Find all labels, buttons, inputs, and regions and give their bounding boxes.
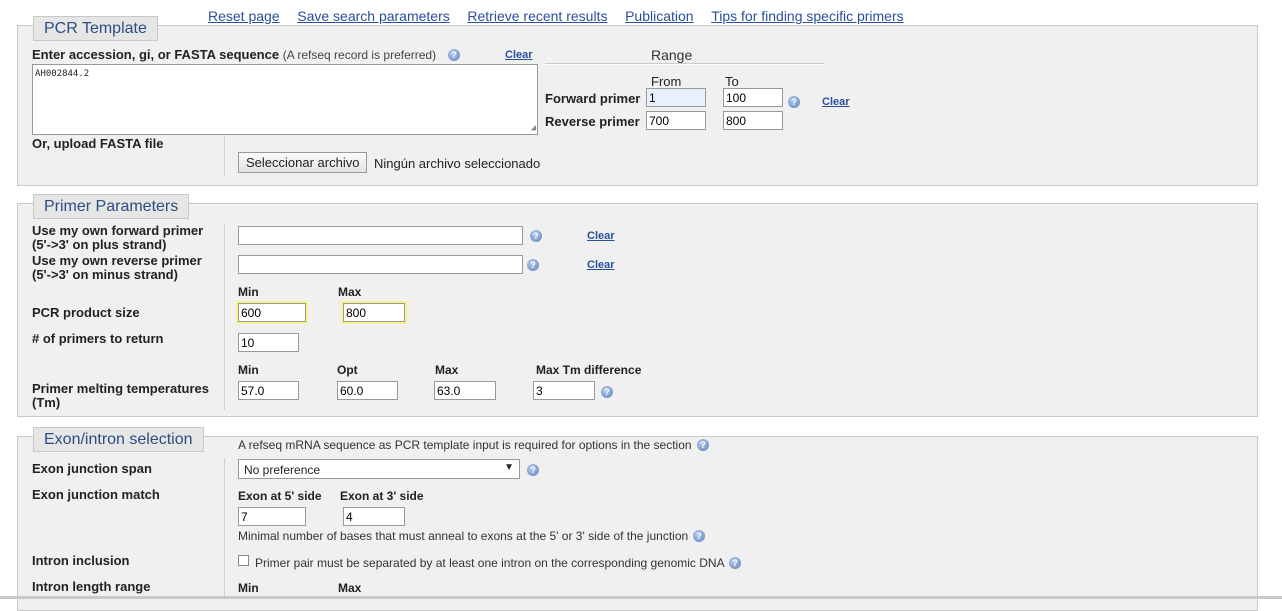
range-from-label: From xyxy=(651,74,682,89)
reverse-from-input[interactable] xyxy=(646,111,706,130)
range-help-icon[interactable]: ? xyxy=(788,96,800,108)
num-primers-input[interactable] xyxy=(238,333,299,352)
product-max-label: Max xyxy=(338,285,362,299)
tips-link[interactable]: Tips for finding specific primers xyxy=(711,8,903,24)
forward-primer-own-input[interactable] xyxy=(238,226,523,245)
range-clear-link[interactable]: Clear xyxy=(822,96,850,108)
forward-primer-own-label-2: (5'->3' on plus strand) xyxy=(32,237,167,252)
forward-primer-label: Forward primer xyxy=(545,91,641,106)
intron-inclusion-checkbox[interactable] xyxy=(238,555,249,566)
intron-inclusion-label: Intron inclusion xyxy=(32,553,130,568)
tm-label-1: Primer melting temperatures xyxy=(32,381,210,396)
reverse-primer-label: Reverse primer xyxy=(545,114,640,129)
exon-intron-legend: Exon/intron selection xyxy=(33,427,204,452)
junction-span-label: Exon junction span xyxy=(32,461,152,476)
junction-match-help-icon[interactable]: ? xyxy=(693,530,705,542)
sequence-value: AH002844.2 xyxy=(35,69,90,79)
upload-divider xyxy=(224,136,225,176)
range-title: Range xyxy=(651,47,693,63)
primer-parameters-legend: Primer Parameters xyxy=(33,194,190,219)
tm-max-label: Max xyxy=(435,363,459,377)
range-to-label: To xyxy=(725,74,739,89)
intron-min-label: Min xyxy=(238,581,259,595)
file-select-button[interactable]: Seleccionar archivo xyxy=(238,152,368,173)
exon-intron-note-help-icon[interactable]: ? xyxy=(697,439,709,451)
retrieve-recent-results-link[interactable]: Retrieve recent results xyxy=(467,8,607,24)
reverse-primer-own-label: Use my own reverse primer (5'->3' on min… xyxy=(32,254,202,282)
accession-label-text: Enter accession, gi, or FASTA sequence xyxy=(32,47,280,62)
exon3-input[interactable] xyxy=(343,507,405,526)
reverse-primer-own-label-2: (5'->3' on minus strand) xyxy=(32,267,178,282)
exon3-label: Exon at 3' side xyxy=(340,489,424,503)
tm-diff-label: Max Tm difference xyxy=(536,363,642,377)
exon-intron-note: A refseq mRNA sequence as PCR template i… xyxy=(238,438,692,452)
tm-opt-input[interactable] xyxy=(337,381,398,400)
product-size-label: PCR product size xyxy=(32,305,140,320)
junction-span-value: No preference xyxy=(244,463,321,477)
range-divider xyxy=(545,63,824,65)
accession-hint: (A refseq record is preferred) xyxy=(282,48,437,62)
exon-divider xyxy=(224,458,225,598)
product-min-label: Min xyxy=(238,285,259,299)
reverse-primer-own-label-1: Use my own reverse primer xyxy=(32,253,202,268)
forward-primer-own-label-1: Use my own forward primer xyxy=(32,223,204,238)
tm-help-icon[interactable]: ? xyxy=(601,386,613,398)
junction-match-label: Exon junction match xyxy=(32,487,160,502)
tm-diff-input[interactable] xyxy=(533,381,595,400)
reverse-primer-own-help-icon[interactable]: ? xyxy=(527,259,539,271)
accession-clear-link[interactable]: Clear xyxy=(505,49,533,61)
product-min-input[interactable] xyxy=(238,303,306,322)
accession-label: Enter accession, gi, or FASTA sequence (… xyxy=(32,47,436,62)
junction-span-help-icon[interactable]: ? xyxy=(527,464,539,476)
junction-match-note: Minimal number of bases that must anneal… xyxy=(238,529,689,543)
intron-max-label: Max xyxy=(338,581,362,595)
publication-link[interactable]: Publication xyxy=(625,8,694,24)
num-primers-label: # of primers to return xyxy=(32,331,164,346)
tm-max-input[interactable] xyxy=(434,381,496,400)
intron-inclusion-text: Primer pair must be separated by at leas… xyxy=(255,556,725,570)
upload-label: Or, upload FASTA file xyxy=(32,136,164,151)
exon-intron-section xyxy=(17,436,1258,611)
exon5-input[interactable] xyxy=(238,507,306,526)
product-max-input[interactable] xyxy=(343,303,405,322)
tm-label: Primer melting temperatures (Tm) xyxy=(32,382,209,410)
save-search-parameters-link[interactable]: Save search parameters xyxy=(297,8,450,24)
forward-primer-own-help-icon[interactable]: ? xyxy=(530,230,542,242)
forward-primer-own-clear-link[interactable]: Clear xyxy=(587,230,615,242)
sequence-textarea[interactable]: AH002844.2 ◢ xyxy=(32,64,538,135)
reverse-to-input[interactable] xyxy=(723,111,783,130)
forward-primer-own-label: Use my own forward primer (5'->3' on plu… xyxy=(32,224,203,252)
params-divider xyxy=(224,224,225,410)
reverse-primer-own-clear-link[interactable]: Clear xyxy=(587,259,615,271)
reverse-primer-own-input[interactable] xyxy=(238,255,523,274)
junction-span-select[interactable]: No preference ▼ xyxy=(238,459,520,479)
intron-length-label: Intron length range xyxy=(32,579,151,594)
tm-min-input[interactable] xyxy=(238,381,299,400)
tm-label-2: (Tm) xyxy=(32,395,61,410)
exon5-label: Exon at 5' side xyxy=(238,489,322,503)
chevron-down-icon: ▼ xyxy=(504,462,514,473)
resize-grip-icon[interactable]: ◢ xyxy=(531,123,536,133)
reset-page-link[interactable]: Reset page xyxy=(208,8,280,24)
forward-to-input[interactable] xyxy=(723,88,783,107)
pcr-template-legend: PCR Template xyxy=(33,16,158,41)
file-status: Ningún archivo seleccionado xyxy=(374,156,541,171)
forward-from-input[interactable] xyxy=(646,88,706,107)
tm-opt-label: Opt xyxy=(337,363,358,377)
accession-help-icon[interactable]: ? xyxy=(448,49,460,61)
tm-min-label: Min xyxy=(238,363,259,377)
top-links: Reset page Save search parameters Retrie… xyxy=(208,8,918,24)
intron-inclusion-help-icon[interactable]: ? xyxy=(729,557,741,569)
